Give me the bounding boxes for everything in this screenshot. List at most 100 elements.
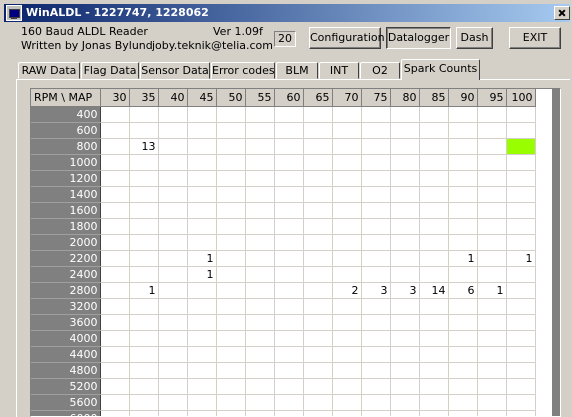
spark-count-cell[interactable]	[390, 315, 419, 331]
spark-count-cell[interactable]	[332, 395, 361, 411]
spark-count-cell[interactable]	[477, 235, 506, 251]
spark-count-cell[interactable]	[216, 155, 245, 171]
spark-count-cell[interactable]	[274, 363, 303, 379]
spark-count-cell[interactable]	[390, 395, 419, 411]
spark-count-cell[interactable]	[477, 347, 506, 363]
spark-count-cell[interactable]: 13	[129, 139, 158, 155]
spark-count-cell[interactable]	[129, 107, 158, 123]
spark-count-cell[interactable]	[129, 203, 158, 219]
spark-count-cell[interactable]	[187, 187, 216, 203]
spark-count-cell[interactable]	[303, 379, 332, 395]
spark-count-cell[interactable]	[129, 347, 158, 363]
spark-count-cell[interactable]	[303, 203, 332, 219]
spark-count-cell[interactable]	[158, 235, 187, 251]
spark-count-cell[interactable]	[187, 107, 216, 123]
spark-count-cell[interactable]	[274, 251, 303, 267]
spark-count-cell[interactable]	[390, 379, 419, 395]
spark-count-cell[interactable]	[100, 267, 129, 283]
spark-count-cell[interactable]	[187, 219, 216, 235]
spark-count-cell[interactable]	[506, 299, 535, 315]
grid-scroll-edge[interactable]	[552, 89, 560, 416]
spark-count-cell[interactable]	[448, 187, 477, 203]
spark-count-cell[interactable]	[100, 123, 129, 139]
spark-count-cell[interactable]	[187, 123, 216, 139]
spark-count-cell[interactable]	[216, 299, 245, 315]
spark-count-cell[interactable]	[245, 187, 274, 203]
spark-count-cell[interactable]	[245, 331, 274, 347]
spark-count-cell[interactable]	[361, 395, 390, 411]
spark-count-cell[interactable]	[303, 283, 332, 299]
spark-count-cell[interactable]	[303, 395, 332, 411]
spark-count-cell[interactable]	[332, 187, 361, 203]
spark-count-cell[interactable]	[332, 171, 361, 187]
spark-count-cell[interactable]	[419, 155, 448, 171]
spark-count-cell[interactable]	[361, 187, 390, 203]
spark-count-cell[interactable]	[100, 155, 129, 171]
spark-count-cell[interactable]	[100, 139, 129, 155]
spark-count-cell[interactable]	[477, 379, 506, 395]
spark-count-cell[interactable]	[361, 411, 390, 417]
tab-error-codes[interactable]: Error codes	[211, 62, 275, 79]
spark-count-cell[interactable]	[187, 155, 216, 171]
spark-count-cell[interactable]	[245, 219, 274, 235]
spark-count-cell[interactable]	[216, 267, 245, 283]
spark-count-cell[interactable]	[100, 171, 129, 187]
spark-count-cell[interactable]	[129, 411, 158, 417]
spark-count-cell[interactable]	[216, 139, 245, 155]
spark-count-cell[interactable]	[158, 107, 187, 123]
spark-count-cell[interactable]	[361, 363, 390, 379]
spark-count-cell[interactable]	[303, 267, 332, 283]
spark-count-cell[interactable]	[477, 299, 506, 315]
spark-count-cell[interactable]	[216, 123, 245, 139]
spark-count-cell[interactable]	[506, 155, 535, 171]
spark-count-cell[interactable]	[419, 123, 448, 139]
spark-count-cell[interactable]	[303, 299, 332, 315]
spark-count-cell[interactable]	[390, 411, 419, 417]
spark-count-cell[interactable]	[477, 107, 506, 123]
spark-count-cell[interactable]	[361, 123, 390, 139]
spark-count-cell[interactable]	[361, 331, 390, 347]
dash-button[interactable]: Dash	[456, 27, 493, 49]
spark-count-cell[interactable]	[477, 395, 506, 411]
spark-count-cell[interactable]	[274, 235, 303, 251]
spark-count-cell[interactable]	[419, 299, 448, 315]
spark-count-cell[interactable]	[390, 187, 419, 203]
spark-count-cell[interactable]	[187, 139, 216, 155]
spark-count-cell[interactable]	[274, 299, 303, 315]
spark-count-cell[interactable]	[506, 139, 535, 155]
spark-count-cell[interactable]	[187, 331, 216, 347]
spark-count-cell[interactable]	[129, 315, 158, 331]
spark-count-cell[interactable]	[477, 219, 506, 235]
spark-count-grid[interactable]: RPM \ MAP3035404550556065707580859095100…	[30, 88, 561, 417]
spark-count-cell[interactable]	[245, 267, 274, 283]
spark-count-cell[interactable]	[390, 347, 419, 363]
spark-count-cell[interactable]	[506, 187, 535, 203]
spark-count-cell[interactable]	[506, 283, 535, 299]
close-icon[interactable]	[554, 6, 570, 20]
spark-count-cell[interactable]	[477, 155, 506, 171]
spark-count-cell[interactable]	[303, 155, 332, 171]
spark-count-cell[interactable]	[361, 203, 390, 219]
spark-count-cell[interactable]	[332, 139, 361, 155]
spark-count-cell[interactable]	[216, 235, 245, 251]
spark-count-cell[interactable]	[245, 395, 274, 411]
spark-count-cell[interactable]	[158, 155, 187, 171]
spark-count-cell[interactable]	[303, 107, 332, 123]
spark-count-cell[interactable]	[390, 267, 419, 283]
spark-count-cell[interactable]	[216, 331, 245, 347]
spark-count-cell[interactable]	[187, 299, 216, 315]
spark-count-cell[interactable]: 3	[390, 283, 419, 299]
spark-count-cell[interactable]	[216, 411, 245, 417]
spark-count-cell[interactable]	[419, 251, 448, 267]
spark-count-cell[interactable]	[216, 379, 245, 395]
spark-count-cell[interactable]	[361, 267, 390, 283]
spark-count-cell[interactable]	[332, 219, 361, 235]
spark-count-cell[interactable]	[100, 187, 129, 203]
spark-count-cell[interactable]	[390, 363, 419, 379]
spark-count-cell[interactable]	[332, 363, 361, 379]
tab-int[interactable]: INT	[319, 62, 359, 79]
spark-count-cell[interactable]	[303, 123, 332, 139]
spark-count-cell[interactable]	[506, 331, 535, 347]
spark-count-cell[interactable]	[419, 267, 448, 283]
spark-count-cell[interactable]	[361, 315, 390, 331]
